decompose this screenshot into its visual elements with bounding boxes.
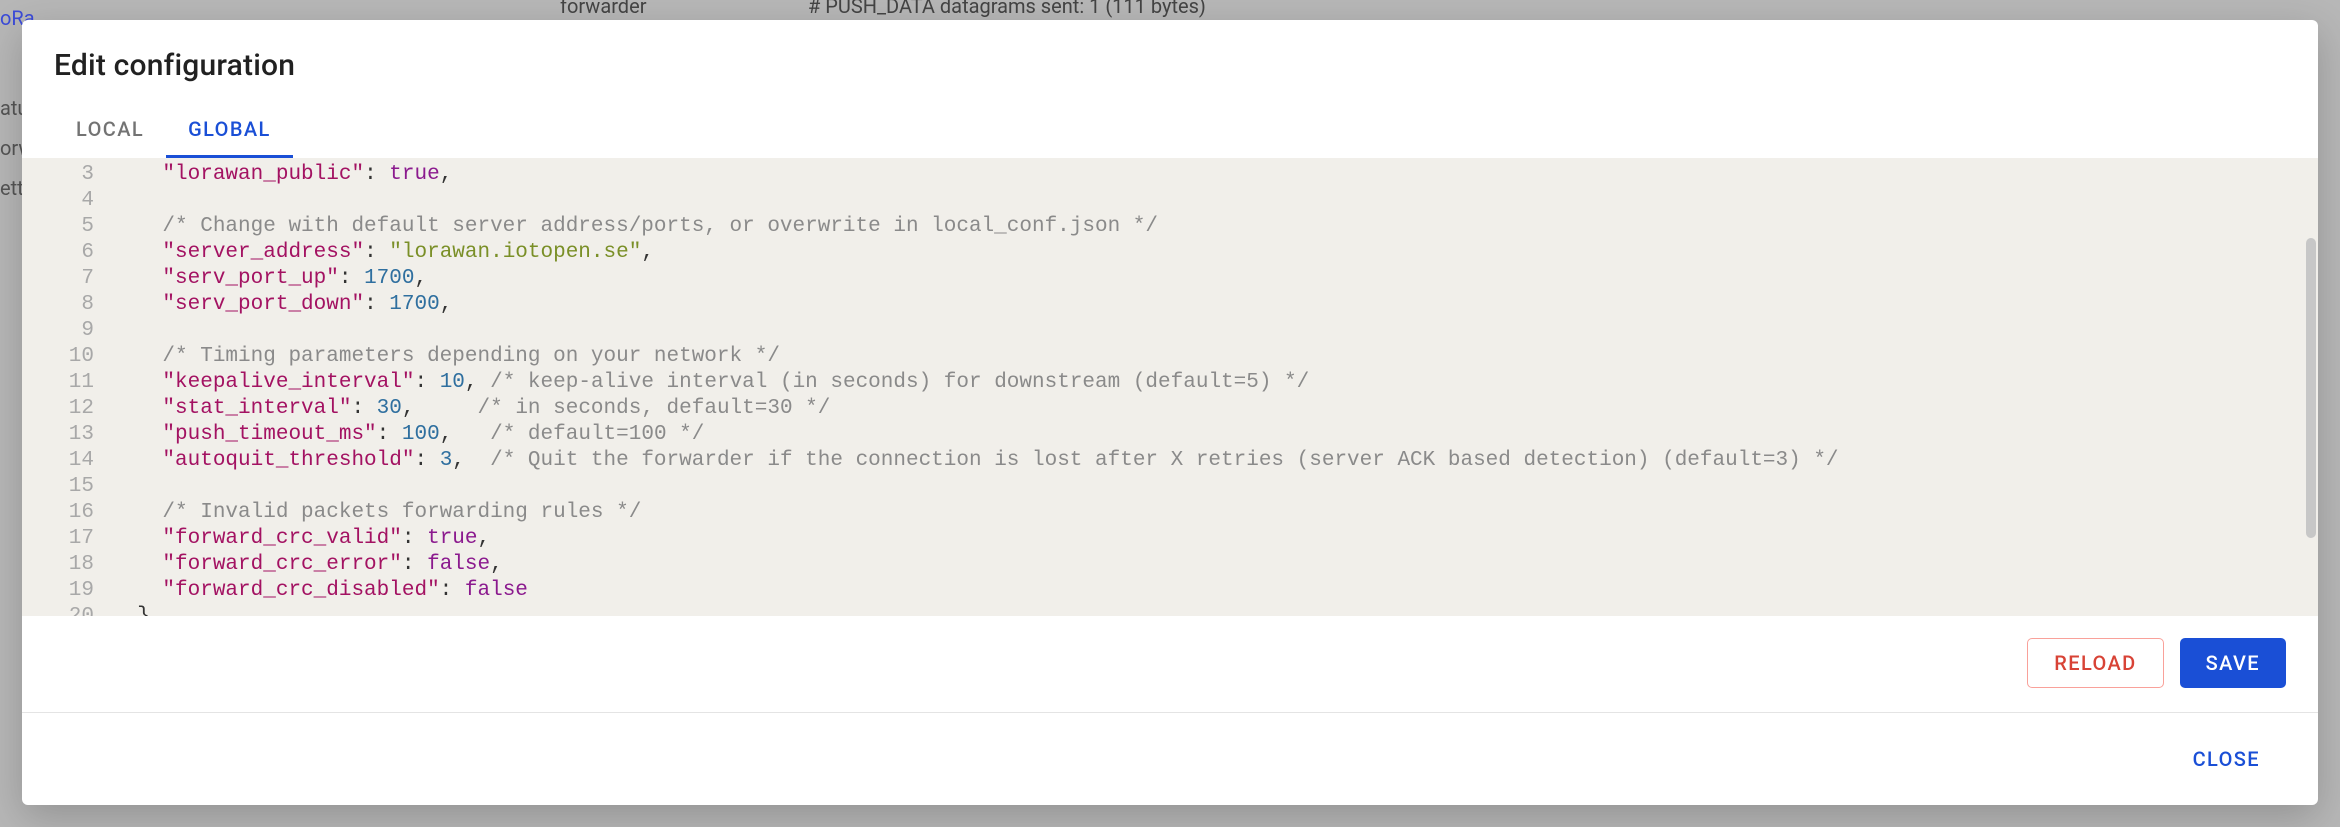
code-content: "lorawan_public": true, [112,162,2318,188]
code-line: 9 [22,318,2318,344]
code-content: "serv_port_up": 1700, [112,266,2318,292]
code-content: /* Timing parameters depending on your n… [112,344,2318,370]
line-number: 14 [22,448,112,474]
line-number: 6 [22,240,112,266]
code-content: "autoquit_threshold": 3, /* Quit the for… [112,448,2318,474]
code-editor-lines: 3 "lorawan_public": true,45 /* Change wi… [22,158,2318,616]
line-number: 3 [22,162,112,188]
code-line: 14 "autoquit_threshold": 3, /* Quit the … [22,448,2318,474]
code-line: 12 "stat_interval": 30, /* in seconds, d… [22,396,2318,422]
bg-forwarder-label: forwarder [560,0,646,18]
code-line: 10 /* Timing parameters depending on you… [22,344,2318,370]
code-line: 15 [22,474,2318,500]
line-number: 15 [22,474,112,500]
code-content: /* Change with default server address/po… [112,214,2318,240]
code-line: 18 "forward_crc_error": false, [22,552,2318,578]
code-line: 8 "serv_port_down": 1700, [22,292,2318,318]
code-content: "forward_crc_error": false, [112,552,2318,578]
code-line: 17 "forward_crc_valid": true, [22,526,2318,552]
code-line: 5 /* Change with default server address/… [22,214,2318,240]
line-number: 11 [22,370,112,396]
code-content: "stat_interval": 30, /* in seconds, defa… [112,396,2318,422]
line-number: 12 [22,396,112,422]
edit-configuration-modal: Edit configuration LOCAL GLOBAL 3 "loraw… [22,20,2318,805]
code-content: } [112,604,2318,616]
close-button[interactable]: CLOSE [2167,735,2286,783]
code-content: "forward_crc_valid": true, [112,526,2318,552]
line-number: 17 [22,526,112,552]
line-number: 18 [22,552,112,578]
code-content: /* Invalid packets forwarding rules */ [112,500,2318,526]
save-button[interactable]: SAVE [2180,638,2286,688]
code-line: 6 "server_address": "lorawan.iotopen.se"… [22,240,2318,266]
modal-header: Edit configuration [22,20,2318,83]
tab-local[interactable]: LOCAL [54,107,166,158]
line-number: 10 [22,344,112,370]
code-line: 16 /* Invalid packets forwarding rules *… [22,500,2318,526]
code-content: "forward_crc_disabled": false [112,578,2318,604]
modal-title: Edit configuration [54,48,2286,83]
code-line: 13 "push_timeout_ms": 100, /* default=10… [22,422,2318,448]
modal-footer: CLOSE [22,713,2318,805]
line-number: 19 [22,578,112,604]
line-number: 20 [22,604,112,616]
code-content: "push_timeout_ms": 100, /* default=100 *… [112,422,2318,448]
code-content: "serv_port_down": 1700, [112,292,2318,318]
tab-global[interactable]: GLOBAL [166,107,293,158]
editor-actions: RELOAD SAVE [22,616,2318,713]
code-content: "server_address": "lorawan.iotopen.se", [112,240,2318,266]
code-line: 11 "keepalive_interval": 10, /* keep-ali… [22,370,2318,396]
code-editor[interactable]: 3 "lorawan_public": true,45 /* Change wi… [22,158,2318,616]
line-number: 16 [22,500,112,526]
line-number: 5 [22,214,112,240]
code-line: 19 "forward_crc_disabled": false [22,578,2318,604]
line-number: 4 [22,188,112,214]
reload-button[interactable]: RELOAD [2027,638,2163,688]
code-line: 4 [22,188,2318,214]
code-line: 7 "serv_port_up": 1700, [22,266,2318,292]
line-number: 7 [22,266,112,292]
bg-push-data: # PUSH_DATA datagrams sent: 1 (111 bytes… [808,0,1206,18]
code-line: 20 } [22,604,2318,616]
line-number: 13 [22,422,112,448]
line-number: 9 [22,318,112,344]
code-line: 3 "lorawan_public": true, [22,162,2318,188]
line-number: 8 [22,292,112,318]
tabs: LOCAL GLOBAL [22,83,2318,158]
editor-scrollbar-thumb[interactable] [2306,238,2316,538]
code-content: "keepalive_interval": 10, /* keep-alive … [112,370,2318,396]
